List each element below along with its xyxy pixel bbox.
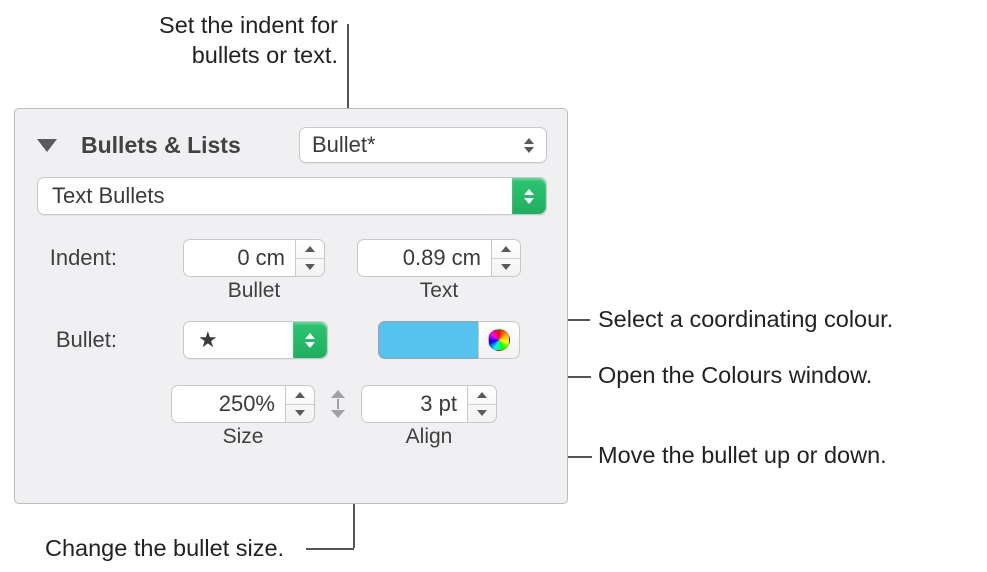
align-sublabel: Align <box>361 425 497 449</box>
stepper-up[interactable] <box>286 386 314 405</box>
bullet-indent-stepper[interactable]: 0 cm <box>183 239 325 277</box>
bullet-color-well <box>378 321 520 359</box>
section-title: Bullets & Lists <box>81 132 241 159</box>
callout-bullet-size: Change the bullet size. <box>45 535 284 562</box>
callout-move-bullet: Move the bullet up or down. <box>598 442 887 469</box>
bullet-glyph: ★ <box>198 327 218 353</box>
color-wheel-icon <box>488 329 510 351</box>
vertical-resize-icon <box>331 390 345 418</box>
text-indent-stepper[interactable]: 0.89 cm <box>357 239 521 277</box>
text-indent-sublabel: Text <box>357 279 521 303</box>
bullet-size-stepper[interactable]: 250% <box>171 385 315 423</box>
bullet-indent-value[interactable]: 0 cm <box>183 239 295 277</box>
text-indent-value[interactable]: 0.89 cm <box>357 239 491 277</box>
bullets-lists-panel: Bullets & Lists Bullet* Text Bullets Ind… <box>14 108 568 504</box>
stepper-buttons[interactable] <box>467 385 497 423</box>
callout-indent: Set the indent for bullets or text. <box>113 10 338 70</box>
stepper-down[interactable] <box>286 405 314 423</box>
stepper-buttons[interactable] <box>491 239 521 277</box>
colours-window-button[interactable] <box>478 321 520 359</box>
chevrons-icon <box>293 322 327 358</box>
stepper-buttons[interactable] <box>295 239 325 277</box>
bullet-align-stepper[interactable]: 3 pt <box>361 385 497 423</box>
stepper-up[interactable] <box>492 240 520 259</box>
stepper-up[interactable] <box>468 386 496 405</box>
bullet-align-value[interactable]: 3 pt <box>361 385 467 423</box>
bullet-type-popup[interactable]: Text Bullets <box>37 177 547 215</box>
stepper-buttons[interactable] <box>285 385 315 423</box>
callout-line <box>306 548 354 550</box>
bullet-indent-sublabel: Bullet <box>183 279 325 303</box>
indent-label: Indent: <box>37 239 117 271</box>
list-style-label: Bullet* <box>312 132 520 158</box>
bullet-field-label: Bullet: <box>37 327 117 353</box>
size-sublabel: Size <box>171 425 315 449</box>
color-swatch[interactable] <box>378 321 478 359</box>
chevrons-icon <box>512 178 546 214</box>
callout-coordinating-colour: Select a coordinating colour. <box>598 306 893 333</box>
bullet-type-label: Text Bullets <box>52 183 165 209</box>
callout-colours-window: Open the Colours window. <box>598 362 872 389</box>
chevrons-icon <box>524 138 534 153</box>
stepper-down[interactable] <box>492 259 520 277</box>
stepper-down[interactable] <box>296 259 324 277</box>
disclosure-triangle-icon[interactable] <box>37 139 57 152</box>
stepper-up[interactable] <box>296 240 324 259</box>
bullet-glyph-popup[interactable]: ★ <box>183 321 328 359</box>
bullet-size-value[interactable]: 250% <box>171 385 285 423</box>
stepper-down[interactable] <box>468 405 496 423</box>
list-style-popup[interactable]: Bullet* <box>299 127 547 163</box>
